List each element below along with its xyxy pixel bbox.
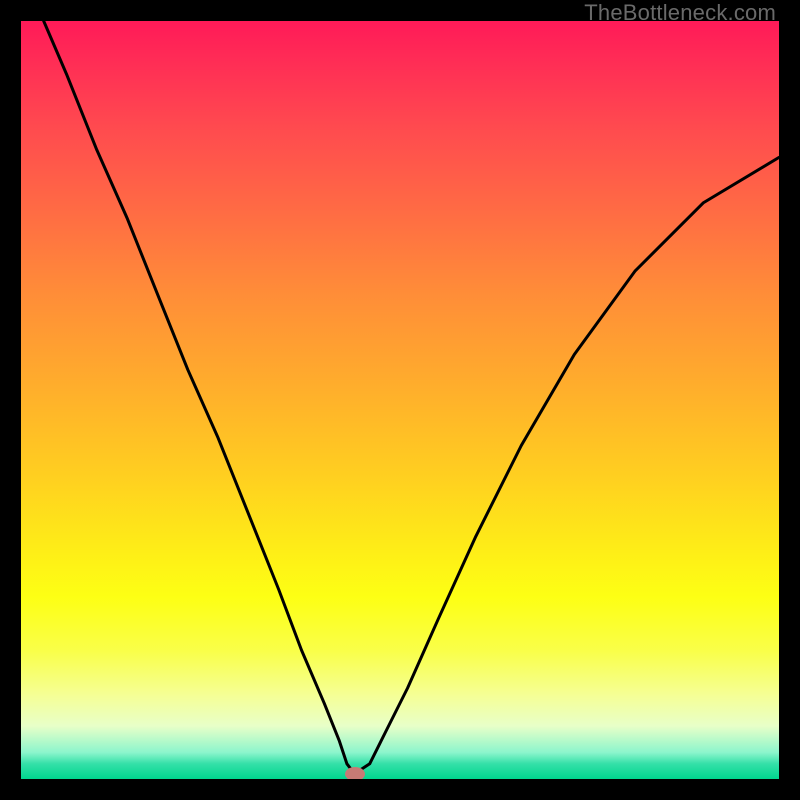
watermark-text: TheBottleneck.com <box>584 0 776 26</box>
bottleneck-curve <box>21 21 779 779</box>
plot-area <box>21 21 779 779</box>
optimum-marker <box>345 767 365 779</box>
chart-frame: TheBottleneck.com <box>0 0 800 800</box>
